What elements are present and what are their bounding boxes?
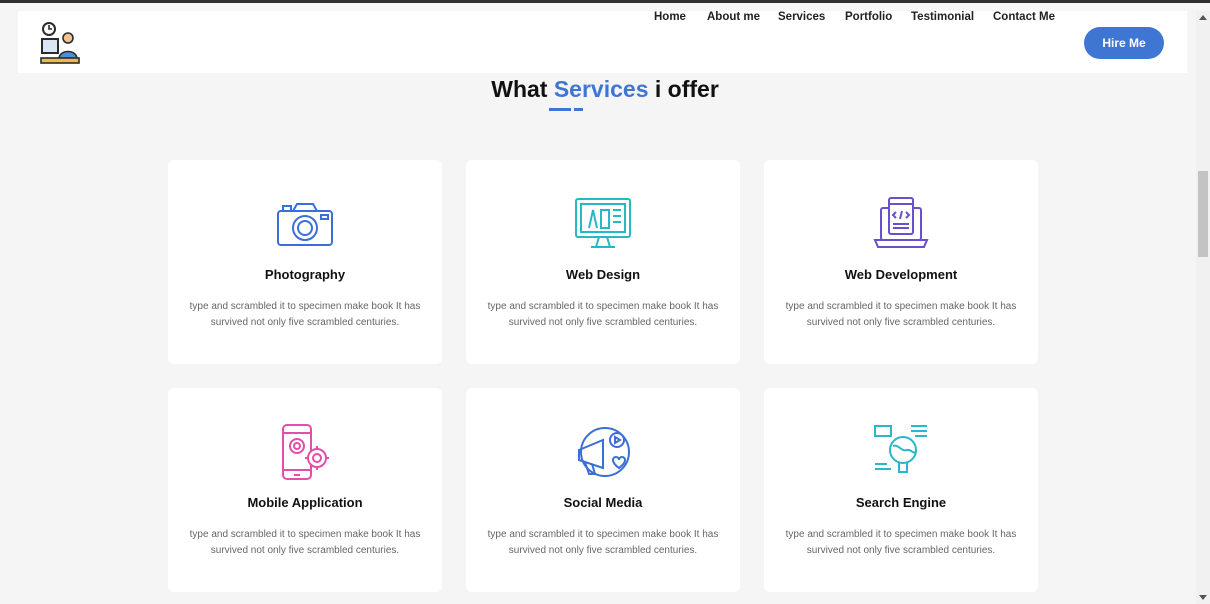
- scroll-up-arrow-icon[interactable]: [1199, 15, 1207, 20]
- nav-services[interactable]: Services: [778, 11, 825, 23]
- service-description: type and scrambled it to specimen make b…: [487, 529, 719, 556]
- window-top-border: [0, 0, 1210, 10]
- nav-contact[interactable]: Contact Me: [993, 11, 1055, 23]
- nav-home[interactable]: Home: [654, 11, 686, 23]
- title-part-2: i offer: [654, 76, 719, 102]
- title-part-1: What: [491, 76, 548, 102]
- service-title: Web Design: [565, 267, 641, 282]
- title-underline: [549, 108, 583, 111]
- service-title: Search Engine: [855, 495, 947, 510]
- page-scrollbar[interactable]: [1196, 11, 1210, 604]
- scroll-down-arrow-icon[interactable]: [1199, 595, 1207, 600]
- service-description: type and scrambled it to specimen make b…: [189, 301, 421, 328]
- monitor-design-icon: [575, 198, 631, 248]
- magnifier-globe-icon: [874, 425, 927, 473]
- service-title: Social Media: [563, 495, 643, 510]
- service-card-search-engine[interactable]: Search Engine type and scrambled it to s…: [764, 388, 1038, 592]
- service-title: Mobile Application: [247, 495, 363, 510]
- service-card-web-development[interactable]: Web Development type and scrambled it to…: [764, 160, 1038, 364]
- service-card-mobile-application[interactable]: Mobile Application type and scrambled it…: [168, 388, 442, 592]
- nav-about[interactable]: About me: [707, 11, 760, 23]
- scroll-thumb[interactable]: [1198, 171, 1208, 257]
- laptop-code-icon: [873, 197, 929, 248]
- navbar: Home About me Services Portfolio Testimo…: [18, 11, 1187, 73]
- logo-icon[interactable]: [40, 21, 80, 65]
- title-accent: Services: [553, 76, 649, 102]
- nav-testimonial[interactable]: Testimonial: [911, 11, 974, 23]
- service-card-web-design[interactable]: Web Design type and scrambled it to spec…: [466, 160, 740, 364]
- hire-me-button[interactable]: Hire Me: [1084, 27, 1164, 59]
- nav-portfolio[interactable]: Portfolio: [845, 11, 892, 23]
- service-description: type and scrambled it to specimen make b…: [189, 529, 421, 556]
- service-title: Web Development: [844, 267, 958, 282]
- service-description: type and scrambled it to specimen make b…: [785, 301, 1017, 328]
- phone-gears-icon: [282, 424, 329, 480]
- service-title: Photography: [264, 267, 346, 282]
- service-description: type and scrambled it to specimen make b…: [487, 301, 719, 328]
- service-description: type and scrambled it to specimen make b…: [785, 529, 1017, 556]
- service-card-social-media[interactable]: Social Media type and scrambled it to sp…: [466, 388, 740, 592]
- camera-icon: [277, 203, 333, 246]
- megaphone-social-icon: [578, 427, 630, 477]
- section-title: What Services i offer: [0, 76, 1210, 103]
- service-card-photography[interactable]: Photography type and scrambled it to spe…: [168, 160, 442, 364]
